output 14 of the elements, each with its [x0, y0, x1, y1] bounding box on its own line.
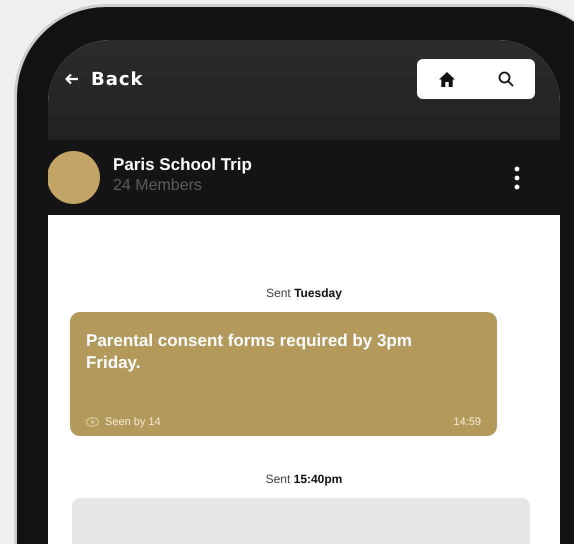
seen-count: Seen by 14: [105, 416, 161, 428]
search-icon[interactable]: [498, 71, 514, 87]
group-name: Paris School Trip: [113, 154, 252, 174]
message-text: Parental consent forms required by 3pm Friday.: [86, 330, 413, 374]
back-arrow-icon: [65, 73, 79, 85]
more-menu-icon[interactable]: [514, 166, 520, 190]
home-icon[interactable]: [438, 70, 456, 88]
back-button[interactable]: Back: [65, 68, 144, 90]
sent-label: Sent 15:40pm: [266, 472, 342, 486]
message-time: 14:59: [453, 416, 481, 428]
group-avatar: [48, 151, 100, 204]
eye-icon: [86, 417, 99, 427]
sent-label: Sent Tuesday: [266, 286, 342, 300]
member-count: 24 Members: [113, 176, 203, 194]
